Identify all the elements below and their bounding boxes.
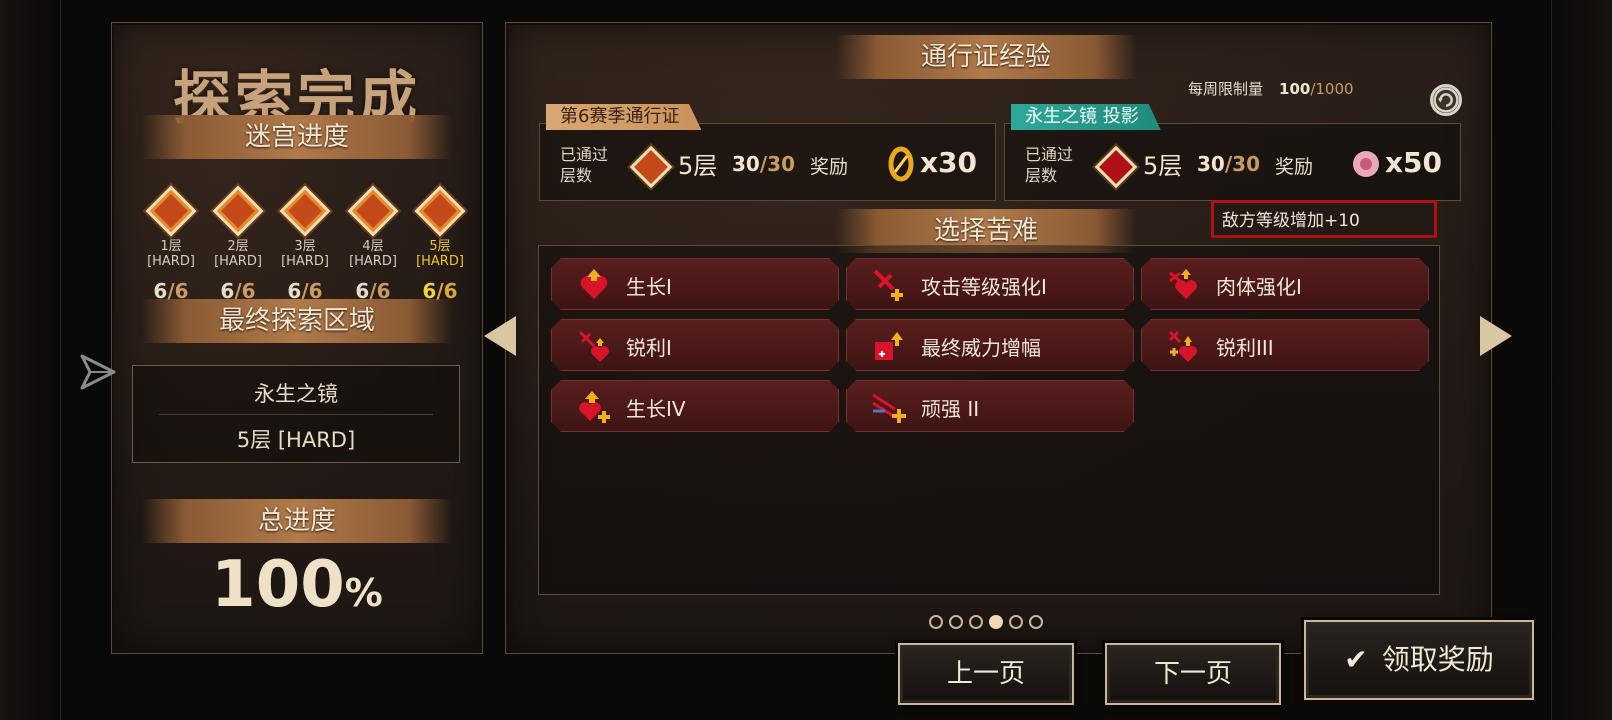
hardship-label: 生长I — [626, 275, 672, 299]
heart-plus-icon — [576, 389, 612, 425]
page-indicator — [929, 614, 1049, 633]
floors-passed-label: 已通过 层数 — [1025, 145, 1074, 185]
season-progress: 30/30 — [732, 152, 795, 176]
hardship-card-sharp-3[interactable]: 锐利III — [1141, 319, 1429, 371]
sword-plus-icon — [871, 267, 907, 303]
hardship-label: 肉体强化I — [1216, 275, 1302, 299]
mirror-projection-box: 永生之镜 投影 已通过 层数 5层 30/30 奖励 x50 — [1004, 104, 1461, 201]
floor-difficulty: [HARD] — [349, 254, 397, 269]
checkmark-icon: ✔ — [1344, 643, 1368, 676]
final-region-header: 最终探索区域 — [142, 299, 452, 343]
floor-difficulty: [HARD] — [416, 254, 464, 269]
exploration-summary-panel: 探索完成 迷宫进度 1层 [HARD] 6/6 2层 [HARD] 6/6 3层 [H… — [111, 22, 483, 654]
power-boost-icon — [871, 328, 907, 364]
season-pass-tag: 第6赛季通行证 — [546, 104, 702, 130]
frame-right-edge — [1551, 0, 1612, 720]
floor-diamond-icon — [347, 185, 399, 237]
hardship-card-final-power[interactable]: 最终威力增幅 — [846, 319, 1134, 371]
hardship-label: 顽强 II — [921, 397, 980, 421]
floor-3: 3层 [HARD] 6/6 — [274, 185, 336, 303]
pass-experience-header: 通行证经验 — [836, 35, 1136, 79]
share-arrow-icon[interactable] — [78, 352, 118, 392]
final-region-box: 永生之镜 5层 [HARD] — [132, 365, 460, 463]
page-dot — [1029, 615, 1043, 629]
floor-difficulty: [HARD] — [214, 254, 262, 269]
sword-heart-icon — [576, 328, 612, 364]
floor-diamond-icon — [212, 185, 264, 237]
hardship-card-attack-level-1[interactable]: 攻击等级强化I — [846, 258, 1134, 310]
page-dot — [929, 615, 943, 629]
hardship-card-sharp-1[interactable]: 锐利I — [551, 319, 839, 371]
prev-arrow-icon[interactable] — [484, 316, 516, 356]
weekly-limit: 每周限制量 100/1000 — [1188, 80, 1354, 98]
red-diamond-icon — [1094, 145, 1138, 189]
gold-ring-token-icon — [888, 146, 914, 182]
floor-difficulty: [HARD] — [147, 254, 195, 269]
season-reward-label: 奖励 — [810, 156, 849, 178]
hardship-card-growth-4[interactable]: 生长IV — [551, 380, 839, 432]
floor-diamond-icon — [145, 185, 197, 237]
hardship-label: 攻击等级强化I — [921, 275, 1047, 299]
pink-flower-token-icon — [1353, 151, 1379, 177]
final-region-name: 永生之镜 — [254, 382, 338, 406]
hardship-card-growth-1[interactable]: 生长I — [551, 258, 839, 310]
hardship-card-body-1[interactable]: 肉体强化I — [1141, 258, 1429, 310]
floor-diamond-icon — [414, 185, 466, 237]
floor-diamond-icon — [279, 185, 331, 237]
mirror-reward-amount: x50 — [1385, 146, 1443, 179]
hardship-label: 锐利I — [626, 336, 672, 360]
total-progress-header: 总进度 — [142, 499, 452, 543]
claim-reward-label: 领取奖励 — [1381, 643, 1494, 676]
heart-shield-icon — [1166, 267, 1202, 303]
season-pass-box: 第6赛季通行证 已通过 层数 5层 30/30 奖励 x30 — [539, 104, 996, 201]
floor-2: 2层 [HARD] 6/6 — [207, 185, 269, 303]
maze-progress-header: 迷宫进度 — [142, 115, 452, 159]
floor-diamond-icon — [629, 145, 673, 189]
next-page-button[interactable]: 下一页 — [1102, 640, 1284, 708]
hardship-card-tenacity-2[interactable]: 顽强 II — [846, 380, 1134, 432]
hardship-list: 生长I 攻击等级强化I 肉体强化I 锐利I 最终威力增幅 锐利III 生长IV … — [538, 245, 1440, 595]
floor-label: 4层 — [362, 239, 384, 254]
mirror-reward-label: 奖励 — [1275, 156, 1314, 178]
frame-left-edge — [0, 0, 61, 720]
floors-passed-label: 已通过 层数 — [560, 145, 609, 185]
hardship-label: 最终威力增幅 — [921, 336, 1041, 360]
floor-label: 3层 — [294, 239, 316, 254]
floor-label: 2层 — [227, 239, 249, 254]
final-region-floor: 5层 [HARD] — [236, 428, 356, 452]
floor-label: 5层 — [429, 239, 451, 254]
season-reward-amount: x30 — [920, 146, 978, 179]
next-arrow-icon[interactable] — [1480, 316, 1512, 356]
claim-reward-button[interactable]: ✔ 领取奖励 — [1301, 617, 1537, 703]
floor-difficulty: [HARD] — [281, 254, 329, 269]
refresh-icon[interactable] — [1430, 84, 1462, 116]
hardship-label: 锐利III — [1216, 336, 1274, 360]
floor-4: 4层 [HARD] 6/6 — [342, 185, 404, 303]
mirror-projection-tag: 永生之镜 投影 — [1011, 104, 1161, 130]
page-dot-active — [989, 615, 1003, 629]
page-dot — [1009, 615, 1023, 629]
page-dot — [949, 615, 963, 629]
hardship-label: 生长IV — [626, 397, 686, 421]
sharp-boost-icon — [1166, 328, 1202, 364]
mirror-floor: 5层 — [1143, 152, 1183, 180]
divider — [159, 414, 433, 415]
enemy-level-increase: 敌方等级增加+10 — [1211, 200, 1437, 238]
mirror-progress: 30/30 — [1197, 152, 1260, 176]
heart-growth-icon — [576, 267, 612, 303]
season-floor: 5层 — [678, 152, 718, 180]
floor-5: 5层 [HARD] 6/6 — [409, 185, 471, 303]
floor-label: 1层 — [160, 239, 182, 254]
floor-1: 1层 [HARD] 6/6 — [140, 185, 202, 303]
total-progress-value: 100% — [211, 548, 383, 622]
prev-page-button[interactable]: 上一页 — [895, 640, 1077, 708]
tenacity-icon — [871, 389, 907, 425]
page-dot — [969, 615, 983, 629]
